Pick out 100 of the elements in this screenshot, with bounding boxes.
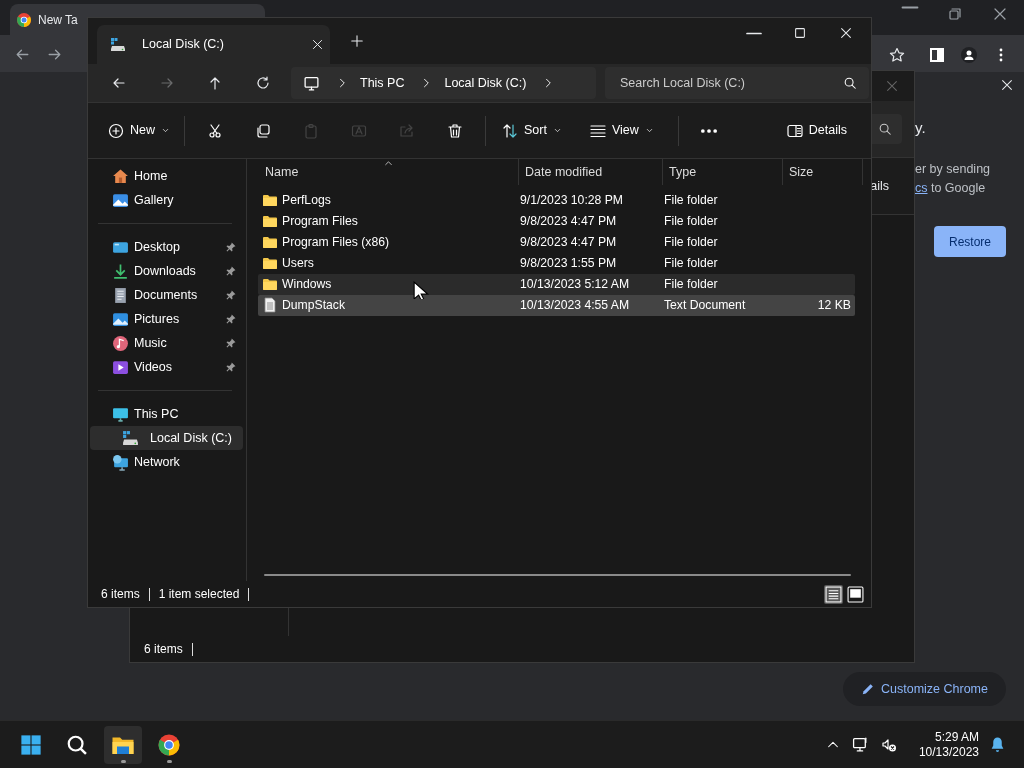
- pencil-icon: [861, 682, 875, 696]
- gallery-icon: [112, 191, 129, 209]
- music-icon: [112, 334, 129, 352]
- privacy-link[interactable]: cs: [915, 181, 928, 195]
- caret-icon: [552, 126, 562, 135]
- search-icon: [843, 76, 857, 90]
- network-icon: [112, 453, 129, 471]
- maximize-icon: [793, 26, 807, 40]
- folder-icon: [262, 192, 278, 209]
- minimize-icon: [902, 6, 918, 9]
- notifications-button[interactable]: [989, 736, 1006, 753]
- sidebar-item[interactable]: Local Disk (C:): [90, 426, 243, 450]
- sidebar-item[interactable]: Gallery: [90, 188, 243, 212]
- sidebar-item[interactable]: Music: [90, 331, 243, 355]
- folder-icon: [262, 276, 278, 293]
- close-icon: [839, 26, 853, 40]
- clipboard-icon: [303, 122, 319, 139]
- scrollbar[interactable]: [264, 574, 851, 576]
- file-name: Windows: [282, 276, 332, 294]
- column-header[interactable]: Size: [783, 159, 863, 185]
- file-name: Users: [282, 255, 314, 273]
- file-row[interactable]: Program Files 9/8/2023 4:47 PM File folder: [258, 211, 855, 232]
- breadcrumb-item[interactable]: This PC: [360, 73, 405, 93]
- caret-icon: [644, 126, 654, 135]
- sidebar-item[interactable]: Network: [90, 450, 243, 474]
- new-tab-icon: [350, 34, 364, 48]
- file-name: DumpStack: [282, 297, 345, 315]
- details-view-button[interactable]: [824, 584, 843, 604]
- file-name: Program Files (x86): [282, 234, 389, 252]
- sidebar-item[interactable]: Downloads: [90, 259, 243, 283]
- notification-bell-icon: [989, 736, 1006, 753]
- plus-circle-icon: [108, 122, 124, 139]
- file-row[interactable]: Users 9/8/2023 1:55 PM File folder: [258, 253, 855, 274]
- details-button[interactable]: Details: [778, 113, 855, 148]
- size-cell-text: 12 KB: [816, 297, 852, 315]
- tiles-view-button[interactable]: [846, 584, 865, 604]
- side-panel-icon[interactable]: [929, 47, 945, 63]
- computer-icon: [112, 405, 129, 423]
- date-cell-text: 9/8/2023 1:55 PM: [519, 255, 618, 273]
- browser-icon: [16, 11, 32, 28]
- close-icon: [992, 6, 1008, 22]
- column-header[interactable]: Date modified: [519, 159, 663, 185]
- folder-icon: [262, 213, 278, 230]
- mouse-pointer-icon: [413, 281, 431, 299]
- sort-button[interactable]: Sort: [492, 113, 572, 148]
- date-cell-text: 9/8/2023 4:47 PM: [519, 234, 618, 252]
- panel-text: cs to Google: [915, 180, 986, 197]
- restore-button[interactable]: Restore: [934, 226, 1006, 257]
- sort-icon: [502, 122, 518, 139]
- view-button[interactable]: View: [579, 113, 664, 148]
- sidebar-item[interactable]: Home: [90, 164, 243, 188]
- caret-icon: [161, 126, 170, 135]
- sidebar-item[interactable]: Documents: [90, 283, 243, 307]
- new-button[interactable]: New: [100, 113, 178, 148]
- file-row[interactable]: PerfLogs 9/1/2023 10:28 PM File folder: [258, 190, 855, 211]
- close-button[interactable]: [992, 6, 1008, 22]
- file-name: Program Files: [282, 213, 358, 231]
- restore-window-button[interactable]: [947, 6, 963, 22]
- column-header[interactable]: Type: [663, 159, 783, 185]
- file-explorer-button[interactable]: [104, 725, 142, 764]
- close-icon[interactable]: [1000, 78, 1014, 92]
- breadcrumb-item[interactable]: Local Disk (C:): [444, 73, 527, 93]
- scissors-icon: [207, 122, 223, 139]
- sidebar-item[interactable]: This PC: [90, 402, 243, 426]
- customize-chrome-button[interactable]: Customize Chrome: [843, 672, 1006, 706]
- file-row[interactable]: Program Files (x86) 9/8/2023 4:47 PM File folder: [258, 232, 855, 253]
- new-tab-button[interactable]: [350, 34, 364, 48]
- home-icon: [112, 167, 129, 185]
- trash-icon: [447, 122, 463, 139]
- address-bar[interactable]: This PC Local Disk (C:): [291, 67, 596, 99]
- restore-window-icon: [947, 6, 963, 22]
- minimize-icon: [747, 31, 761, 35]
- close-tab-button[interactable]: [311, 38, 324, 51]
- search-icon: [66, 733, 88, 756]
- drive-icon: [122, 429, 139, 447]
- type-cell-text: Text Document: [663, 297, 747, 315]
- date-cell-text: 10/13/2023 4:55 AM: [519, 297, 631, 315]
- close-icon: [311, 38, 324, 51]
- copy-icon: [255, 122, 271, 139]
- sidebar-item[interactable]: Desktop: [90, 235, 243, 259]
- sidebar-item[interactable]: Videos: [90, 355, 243, 379]
- file-row[interactable]: DumpStack 10/13/2023 4:55 AM Text Document 12 KB: [258, 295, 855, 316]
- clock[interactable]: 5:29 AM 10/13/2023: [918, 729, 979, 760]
- close-button[interactable]: [885, 79, 899, 93]
- minimize-button[interactable]: [902, 6, 918, 9]
- videos-icon: [112, 358, 129, 376]
- search-field[interactable]: Search Local Disk (C:): [605, 67, 869, 99]
- status-text: 6 items: [101, 586, 140, 603]
- file-row[interactable]: Windows 10/13/2023 5:12 AM File folder: [258, 274, 855, 295]
- profile-icon[interactable]: [961, 47, 977, 63]
- sidebar-item[interactable]: Pictures: [90, 307, 243, 331]
- explorer-tab[interactable]: Local Disk (C:): [97, 25, 330, 64]
- date-cell-text: 9/1/2023 10:28 PM: [519, 192, 624, 210]
- pictures-icon: [112, 310, 129, 328]
- share-icon: [399, 122, 415, 139]
- type-cell-text: File folder: [663, 255, 719, 273]
- star-icon[interactable]: [889, 47, 905, 63]
- column-header[interactable]: Name: [261, 159, 519, 185]
- status-text: 1 item selected: [158, 586, 240, 603]
- download-icon: [112, 262, 129, 280]
